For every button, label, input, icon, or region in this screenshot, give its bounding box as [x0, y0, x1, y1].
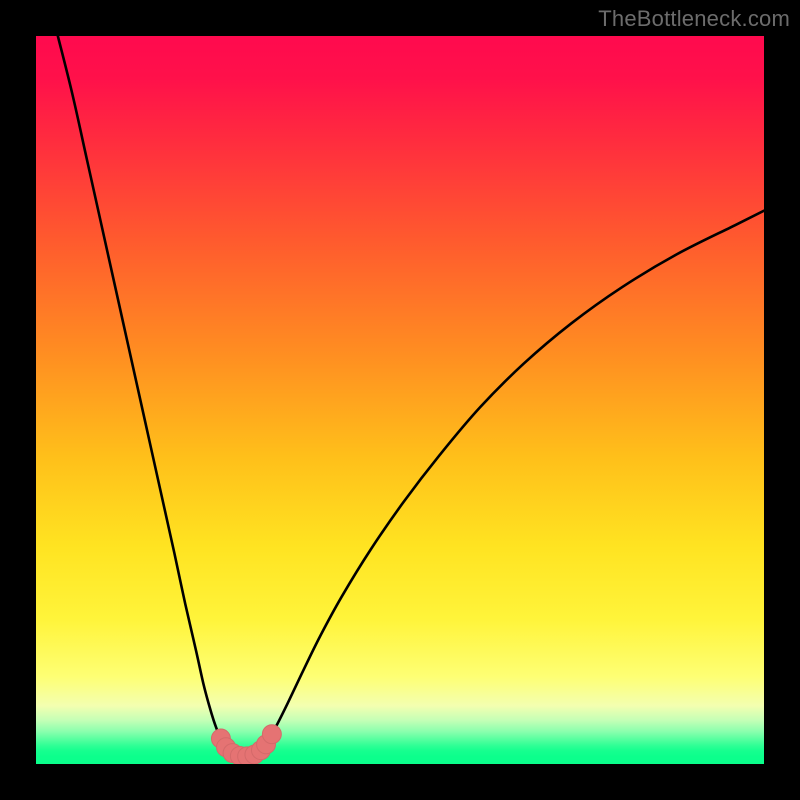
series-left-branch — [58, 36, 230, 752]
curve-svg — [36, 36, 764, 764]
valley-markers — [211, 725, 281, 764]
valley-marker-8 — [262, 725, 281, 744]
plot-area — [36, 36, 764, 764]
chart-frame: TheBottleneck.com — [0, 0, 800, 800]
series-right-branch — [263, 211, 764, 748]
watermark-text: TheBottleneck.com — [598, 6, 790, 32]
curve-paths — [58, 36, 764, 756]
